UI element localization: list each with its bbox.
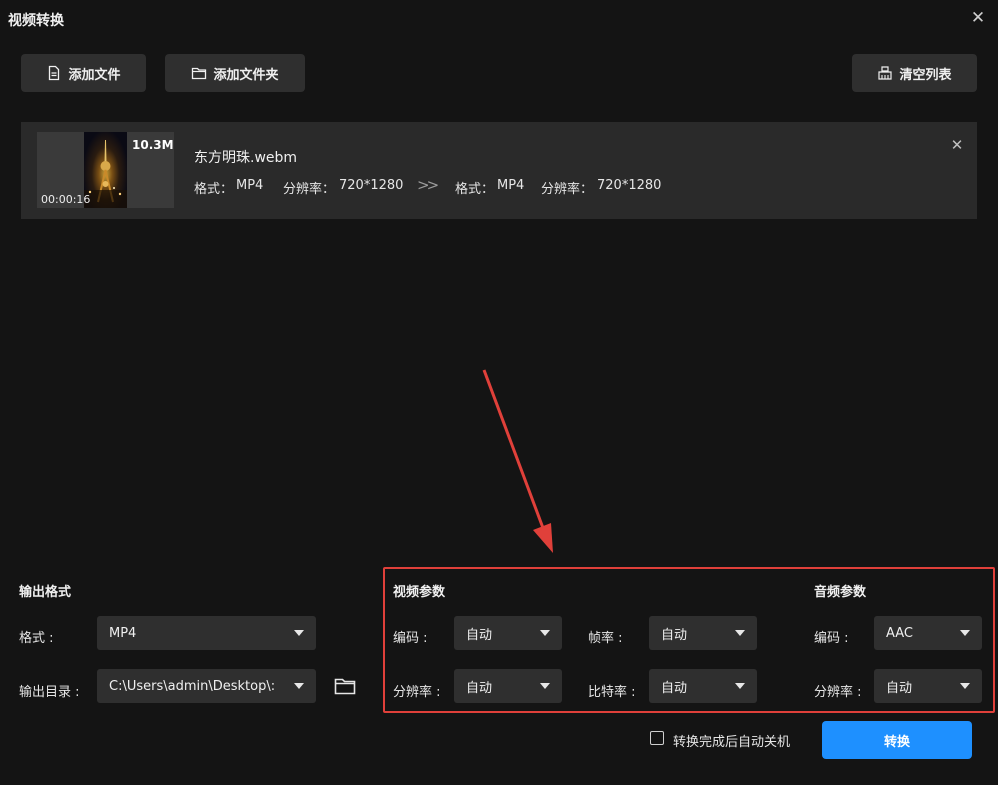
thumbnail-image bbox=[84, 132, 127, 208]
file-icon bbox=[49, 65, 60, 81]
output-dir-select[interactable]: C:\Users\admin\Desktop\: bbox=[97, 669, 316, 703]
file-name: 东方明珠.webm bbox=[194, 150, 298, 166]
bitrate-value: 自动 bbox=[661, 680, 688, 696]
audio-resolution-select[interactable]: 自动 bbox=[874, 669, 982, 703]
source-format-label: 格式： bbox=[194, 182, 234, 197]
format-select-value: MP4 bbox=[109, 625, 137, 641]
video-codec-label: 编码 : bbox=[393, 631, 428, 646]
target-format-value: MP4 bbox=[497, 178, 525, 193]
video-resolution-value: 自动 bbox=[466, 680, 493, 696]
caret-down-icon bbox=[540, 630, 550, 636]
file-size: 10.3M bbox=[132, 138, 174, 152]
audio-params-heading: 音频参数 bbox=[814, 585, 867, 600]
convert-button[interactable]: 转换 bbox=[822, 721, 972, 759]
source-resolution-value: 720*1280 bbox=[339, 178, 404, 193]
close-icon[interactable]: ✕ bbox=[968, 8, 988, 28]
caret-down-icon bbox=[294, 683, 304, 689]
output-dir-label: 输出目录 : bbox=[19, 685, 80, 700]
add-file-label: 添加文件 bbox=[68, 67, 121, 83]
folder-icon bbox=[192, 67, 207, 80]
framerate-label: 帧率 : bbox=[588, 631, 623, 646]
source-format-value: MP4 bbox=[236, 178, 264, 193]
audio-resolution-label: 分辨率 : bbox=[814, 685, 862, 700]
caret-down-icon bbox=[735, 630, 745, 636]
video-codec-select[interactable]: 自动 bbox=[454, 616, 562, 650]
audio-resolution-value: 自动 bbox=[886, 680, 913, 696]
auto-shutdown-checkbox[interactable] bbox=[650, 731, 664, 745]
caret-down-icon bbox=[960, 630, 970, 636]
clear-list-label: 清空列表 bbox=[899, 67, 952, 83]
tower-illustration bbox=[84, 140, 127, 208]
target-resolution-label: 分辨率： bbox=[541, 182, 594, 197]
clear-list-button[interactable]: 清空列表 bbox=[852, 54, 977, 92]
output-dir-value: C:\Users\admin\Desktop\: bbox=[109, 678, 276, 694]
video-codec-value: 自动 bbox=[466, 627, 493, 643]
caret-down-icon bbox=[540, 683, 550, 689]
target-format-label: 格式： bbox=[455, 182, 495, 197]
auto-shutdown-label[interactable]: 转换完成后自动关机 bbox=[673, 731, 790, 750]
video-params-heading: 视频参数 bbox=[393, 585, 446, 600]
caret-down-icon bbox=[735, 683, 745, 689]
audio-codec-label: 编码 : bbox=[814, 631, 849, 646]
add-file-button[interactable]: 添加文件 bbox=[21, 54, 146, 92]
format-select[interactable]: MP4 bbox=[97, 616, 316, 650]
format-label: 格式 : bbox=[19, 631, 54, 646]
window-title: 视频转换 bbox=[8, 13, 64, 29]
remove-file-icon[interactable]: ✕ bbox=[948, 136, 966, 154]
caret-down-icon bbox=[294, 630, 304, 636]
add-folder-label: 添加文件夹 bbox=[213, 67, 279, 83]
output-format-heading: 输出格式 bbox=[19, 585, 72, 600]
audio-codec-select[interactable]: AAC bbox=[874, 616, 982, 650]
video-resolution-select[interactable]: 自动 bbox=[454, 669, 562, 703]
browse-folder-icon[interactable] bbox=[334, 676, 356, 696]
framerate-value: 自动 bbox=[661, 627, 688, 643]
framerate-select[interactable]: 自动 bbox=[649, 616, 757, 650]
caret-down-icon bbox=[960, 683, 970, 689]
source-resolution-label: 分辨率： bbox=[283, 182, 336, 197]
bitrate-select[interactable]: 自动 bbox=[649, 669, 757, 703]
bitrate-label: 比特率 : bbox=[588, 685, 636, 700]
audio-codec-value: AAC bbox=[886, 625, 913, 641]
add-folder-button[interactable]: 添加文件夹 bbox=[165, 54, 305, 92]
double-chevron-right-icon: >> bbox=[417, 176, 439, 194]
file-duration: 00:00:16 bbox=[41, 193, 91, 206]
broom-icon bbox=[878, 66, 893, 80]
target-resolution-value: 720*1280 bbox=[597, 178, 662, 193]
video-resolution-label: 分辨率 : bbox=[393, 685, 441, 700]
